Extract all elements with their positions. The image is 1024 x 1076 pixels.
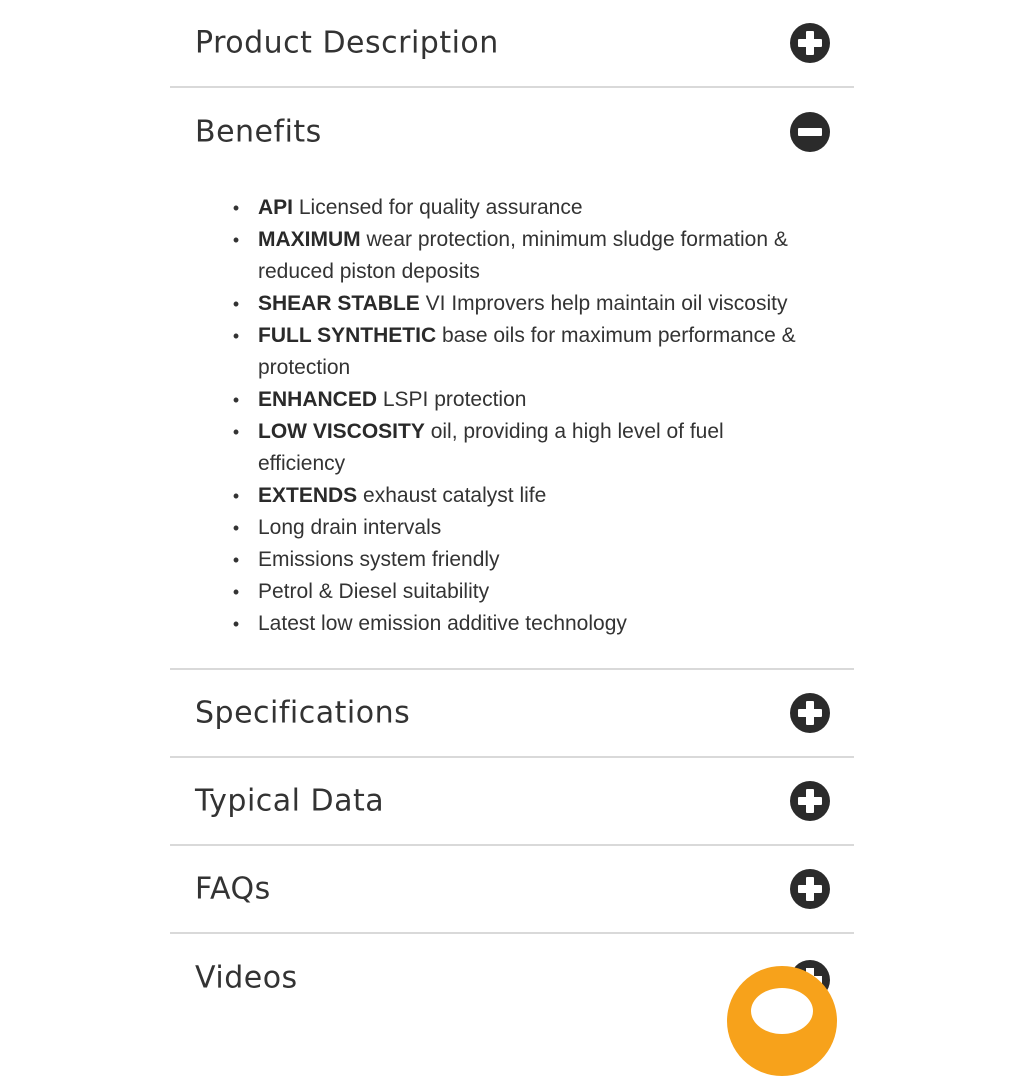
benefit-text-continued: protection	[258, 356, 351, 379]
benefits-panel: • API Licensed for quality assurance • M…	[170, 176, 854, 670]
section-title: Typical Data	[195, 783, 385, 819]
section-header-faqs[interactable]: FAQs	[170, 846, 854, 934]
benefit-text: Emissions system friendly	[258, 548, 500, 571]
list-item: • MAXIMUM wear protection, minimum sludg…	[230, 224, 830, 288]
benefit-bold: FULL SYNTHETIC	[258, 324, 437, 347]
bullet-icon: •	[232, 582, 240, 602]
benefit-text: LSPI protection	[382, 388, 527, 411]
bullet-icon: •	[232, 390, 240, 410]
plus-icon[interactable]	[790, 781, 830, 821]
benefit-text: wear protection, minimum sludge formatio…	[366, 228, 788, 251]
section-title: FAQs	[195, 871, 271, 907]
bullet-icon: •	[232, 422, 240, 442]
list-item: • Latest low emission additive technolog…	[230, 608, 830, 640]
benefit-bold: SHEAR STABLE	[258, 292, 420, 315]
plus-icon[interactable]	[790, 869, 830, 909]
section-title: Product Description	[195, 25, 499, 61]
benefit-text-continued: efficiency	[258, 452, 346, 475]
benefit-bold: MAXIMUM	[258, 228, 361, 251]
benefit-bold: ENHANCED	[258, 388, 378, 411]
bullet-icon: •	[232, 294, 240, 314]
bullet-icon: •	[232, 230, 240, 250]
minus-icon[interactable]	[790, 112, 830, 152]
bullet-icon: •	[232, 326, 240, 346]
benefit-text: Licensed for quality assurance	[298, 196, 583, 219]
section-title: Specifications	[195, 695, 411, 731]
list-item: • Emissions system friendly	[230, 544, 830, 576]
list-item: • FULL SYNTHETIC base oils for maximum p…	[230, 320, 830, 384]
benefit-text: Long drain intervals	[258, 516, 442, 539]
plus-icon[interactable]	[790, 693, 830, 733]
list-item: • EXTENDS exhaust catalyst life	[230, 480, 830, 512]
list-item: • ENHANCED LSPI protection	[230, 384, 830, 416]
list-item: • Petrol & Diesel suitability	[230, 576, 830, 608]
plus-icon[interactable]	[790, 23, 830, 63]
bullet-icon: •	[232, 518, 240, 538]
benefit-text: exhaust catalyst life	[363, 484, 547, 507]
product-accordion: Product Description Benefits • API Licen…	[170, 0, 854, 1022]
list-item: • LOW VISCOSITY oil, providing a high le…	[230, 416, 830, 480]
benefit-text: oil, providing a high level of fuel	[430, 420, 724, 443]
bullet-icon: •	[232, 486, 240, 506]
bullet-icon: •	[232, 614, 240, 634]
section-header-product-description[interactable]: Product Description	[170, 0, 854, 88]
benefit-bold: EXTENDS	[258, 484, 358, 507]
benefits-list: • API Licensed for quality assurance • M…	[230, 192, 830, 640]
benefit-text: Petrol & Diesel suitability	[258, 580, 490, 603]
chat-button[interactable]	[727, 966, 837, 1076]
benefit-text-continued: reduced piston deposits	[258, 260, 480, 283]
section-title: Benefits	[195, 114, 322, 150]
benefit-text: Latest low emission additive technology	[258, 612, 627, 635]
bullet-icon: •	[232, 198, 240, 218]
section-title: Videos	[195, 960, 298, 996]
chat-bubble-icon	[751, 988, 813, 1034]
benefit-bold: LOW VISCOSITY	[258, 420, 425, 443]
benefit-text: VI Improvers help maintain oil viscosity	[425, 292, 788, 315]
list-item: • SHEAR STABLE VI Improvers help maintai…	[230, 288, 830, 320]
list-item: • Long drain intervals	[230, 512, 830, 544]
bullet-icon: •	[232, 550, 240, 570]
list-item: • API Licensed for quality assurance	[230, 192, 830, 224]
section-header-specifications[interactable]: Specifications	[170, 670, 854, 758]
benefit-bold: API	[258, 196, 294, 219]
section-header-typical-data[interactable]: Typical Data	[170, 758, 854, 846]
benefit-text: base oils for maximum performance &	[441, 324, 796, 347]
section-header-benefits[interactable]: Benefits	[170, 88, 854, 176]
